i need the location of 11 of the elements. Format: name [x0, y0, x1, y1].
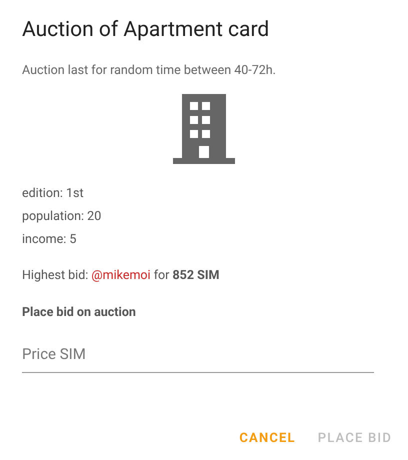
- detail-text: income: 5: [22, 231, 78, 249]
- building-icon: [173, 94, 235, 164]
- detail-text: population: 20: [22, 208, 102, 226]
- dialog-subtitle: Auction last for random time between 40-72h.: [22, 62, 277, 80]
- price-field[interactable]: Price SIM: [22, 343, 374, 372]
- user-link[interactable]: @mikemoi: [91, 268, 151, 283]
- bid-heading: Place bid on auction: [22, 304, 137, 322]
- highest-bid-text: Highest bid: @mikemoi for 852 SIM: [22, 267, 220, 285]
- detail-text: edition: 1st: [22, 185, 85, 203]
- dialog-button[interactable]: CANCEL: [231, 422, 304, 454]
- dialog-title: Auction of Apartment card: [22, 17, 270, 44]
